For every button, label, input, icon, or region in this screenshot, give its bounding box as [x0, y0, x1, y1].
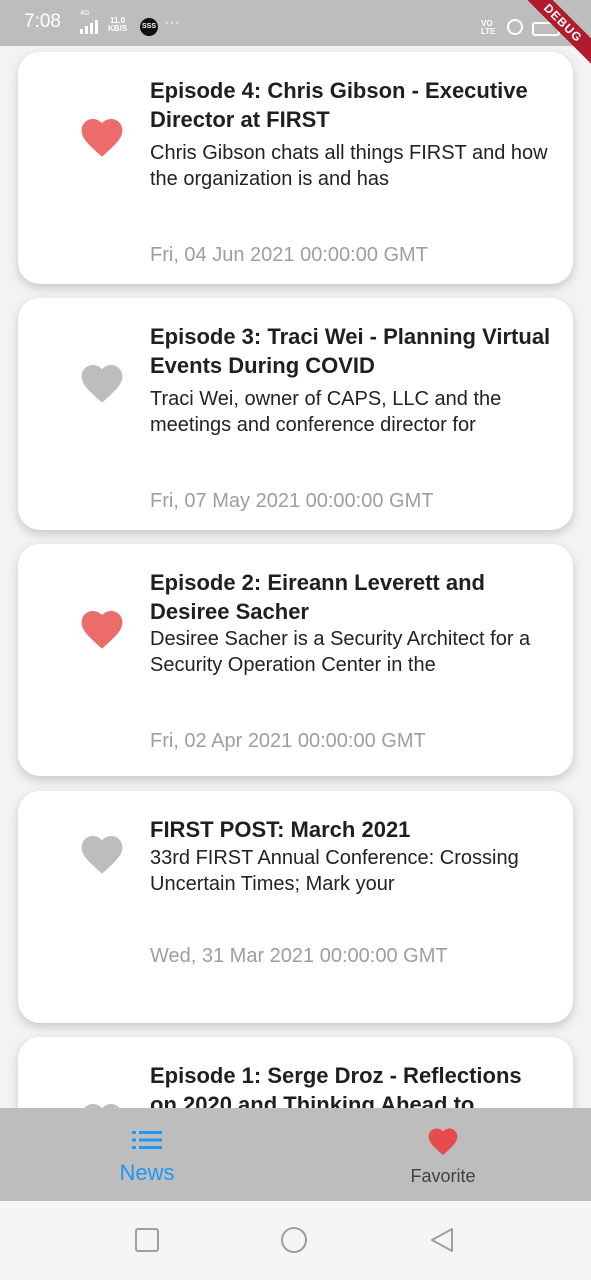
- favorite-heart-icon[interactable]: [78, 831, 126, 875]
- status-bar: 7:08 4G 11.0 KB/S SSS ··· VO LTE: [0, 0, 591, 46]
- episode-title: FIRST POST: March 2021: [150, 817, 411, 842]
- speed-unit: KB/S: [108, 24, 128, 33]
- list-icon: [132, 1131, 162, 1149]
- episode-card[interactable]: Episode 2: Eireann Leverett and Desiree …: [18, 544, 573, 776]
- episode-description: Desiree Sacher is a Security Architect f…: [150, 628, 531, 676]
- system-navigation-bar: [0, 1201, 591, 1280]
- episode-card[interactable]: FIRST POST: March 2021 33rd FIRST Annual…: [18, 791, 573, 1023]
- favorite-heart-icon[interactable]: [78, 606, 126, 650]
- nav-favorite-tab[interactable]: Favorite: [393, 1108, 493, 1201]
- episode-title: Episode 1: Serge Droz - Reflections on 2…: [150, 1063, 522, 1108]
- nav-news-label: News: [119, 1160, 175, 1185]
- more-notifications-icon: ···: [164, 14, 180, 31]
- episode-title: Episode 2: Eireann Leverett and Desiree …: [150, 570, 485, 624]
- episode-card[interactable]: Episode 1: Serge Droz - Reflections on 2…: [18, 1037, 573, 1108]
- alarm-icon: [507, 19, 523, 35]
- app-notification-icon: SSS: [140, 18, 158, 36]
- home-button-icon[interactable]: [280, 1226, 308, 1254]
- nav-news-tab[interactable]: News: [97, 1108, 197, 1201]
- favorite-heart-icon[interactable]: [78, 114, 126, 158]
- status-time: 7:08: [24, 11, 61, 32]
- episode-date: Fri, 02 Apr 2021 00:00:00 GMT: [150, 730, 426, 752]
- signal-icon: [80, 20, 98, 34]
- favorite-heart-icon[interactable]: [78, 1099, 126, 1108]
- episode-card[interactable]: Episode 4: Chris Gibson - Executive Dire…: [18, 52, 573, 284]
- back-button-icon[interactable]: [428, 1226, 456, 1254]
- episode-title: Episode 3: Traci Wei - Planning Virtual …: [150, 324, 551, 378]
- favorite-heart-icon[interactable]: [78, 360, 126, 404]
- nav-favorite-label: Favorite: [410, 1166, 476, 1186]
- episode-date: Fri, 04 Jun 2021 00:00:00 GMT: [150, 244, 428, 266]
- bottom-navigation-bar: News Favorite: [0, 1108, 591, 1201]
- episode-list[interactable]: Episode 4: Chris Gibson - Executive Dire…: [0, 46, 591, 1108]
- episode-description: Chris Gibson chats all things FIRST and …: [150, 142, 548, 190]
- episode-date: Fri, 07 May 2021 00:00:00 GMT: [150, 490, 434, 512]
- network-type: 4G: [80, 10, 90, 17]
- recents-button-icon[interactable]: [133, 1226, 161, 1254]
- episode-card[interactable]: Episode 3: Traci Wei - Planning Virtual …: [18, 298, 573, 530]
- episode-description: 33rd FIRST Annual Conference: Crossing U…: [150, 847, 519, 895]
- volte-bottom: LTE: [481, 27, 496, 36]
- episode-description: Traci Wei, owner of CAPS, LLC and the me…: [150, 388, 502, 436]
- network-speed: 11.0 KB/S: [108, 17, 127, 33]
- heart-icon: [428, 1128, 458, 1156]
- volte-indicator: VO LTE: [481, 20, 496, 36]
- episode-title: Episode 4: Chris Gibson - Executive Dire…: [150, 78, 528, 132]
- episode-date: Wed, 31 Mar 2021 00:00:00 GMT: [150, 945, 448, 967]
